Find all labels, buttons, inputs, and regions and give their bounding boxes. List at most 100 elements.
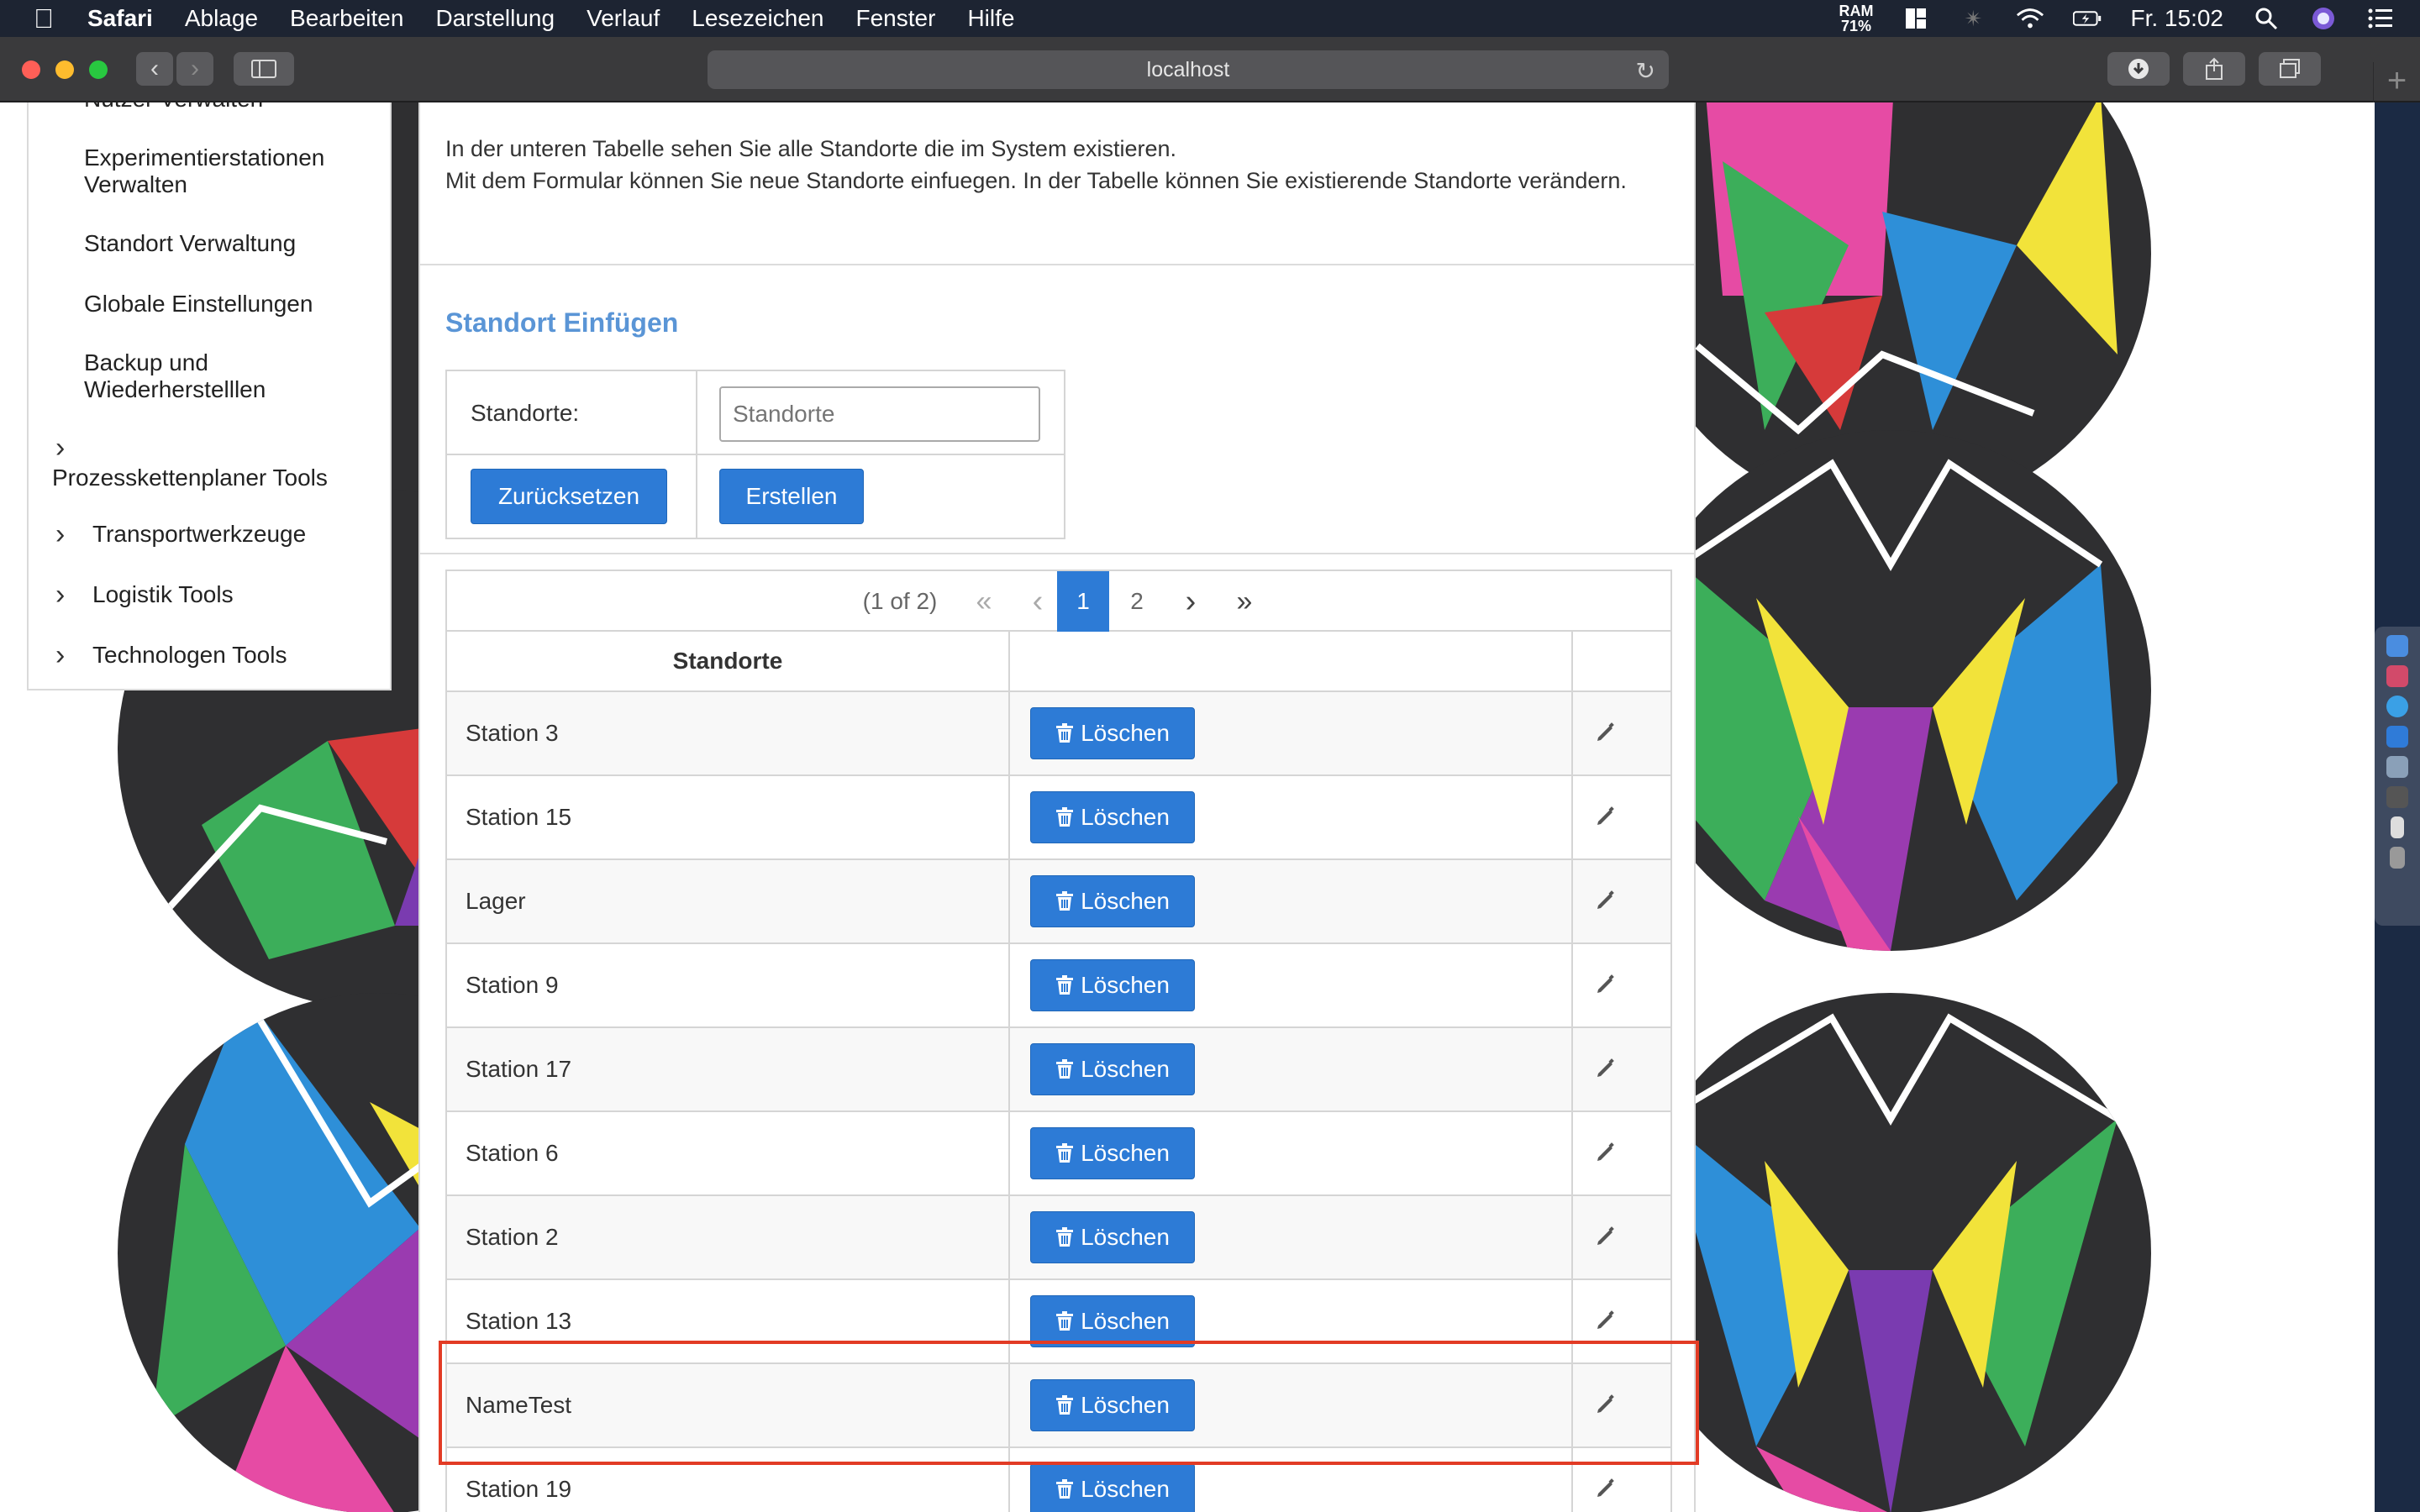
menu-fenster[interactable]: Fenster bbox=[856, 5, 936, 32]
delete-button[interactable]: Löschen bbox=[1030, 1127, 1195, 1179]
delete-button[interactable]: Löschen bbox=[1030, 1463, 1195, 1512]
sidebar-group-logistik-tools[interactable]: › Logistik Tools bbox=[52, 580, 234, 610]
chevron-right-icon: › bbox=[55, 639, 66, 671]
pencil-icon[interactable] bbox=[1595, 805, 1618, 830]
main-content: In der unteren Tabelle sehen Sie alle St… bbox=[418, 102, 1696, 1512]
page-1-button[interactable]: 1 bbox=[1057, 571, 1109, 632]
delete-button[interactable]: Löschen bbox=[1030, 875, 1195, 927]
fullscreen-window-button[interactable] bbox=[89, 60, 108, 79]
table-header: Standorte bbox=[447, 632, 1670, 692]
sidebar-item-experimentierstationen[interactable]: Experimentierstationen Verwalten bbox=[84, 144, 387, 198]
sidebar-item-backup[interactable]: Backup und Wiederherstelllen bbox=[84, 349, 336, 403]
sidebar-item-nutzer-verwalten[interactable]: Nutzer Verwalten bbox=[84, 102, 387, 113]
menu-verlauf[interactable]: Verlauf bbox=[587, 5, 660, 32]
menu-lesezeichen[interactable]: Lesezeichen bbox=[692, 5, 823, 32]
pencil-icon[interactable] bbox=[1595, 1225, 1618, 1250]
divider bbox=[420, 553, 1694, 554]
sidebar-group-technologen-tools[interactable]: › Technologen Tools bbox=[52, 640, 287, 670]
sidebar-toggle-button[interactable] bbox=[234, 52, 294, 86]
downloads-button[interactable] bbox=[2107, 52, 2170, 86]
pencil-icon[interactable] bbox=[1595, 1309, 1618, 1334]
chevron-right-icon: › bbox=[55, 579, 66, 611]
tabs-overview-button[interactable] bbox=[2259, 52, 2321, 86]
minimize-window-button[interactable] bbox=[55, 60, 74, 79]
battery-icon[interactable] bbox=[2073, 7, 2102, 30]
document-icon[interactable] bbox=[2391, 816, 2404, 838]
delete-button[interactable]: Löschen bbox=[1030, 1295, 1195, 1347]
sidebar-group-prozesskettenplaner[interactable]: › Prozesskettenplaner Tools bbox=[52, 432, 328, 491]
delete-button[interactable]: Löschen bbox=[1030, 707, 1195, 759]
column-header-standorte[interactable]: Standorte bbox=[447, 632, 1008, 690]
share-button[interactable] bbox=[2183, 52, 2245, 86]
app-icon[interactable] bbox=[2386, 756, 2408, 778]
sidebar-item-standort-verwaltung[interactable]: Standort Verwaltung bbox=[84, 230, 387, 257]
back-icon: ‹ bbox=[150, 55, 159, 82]
prev-page-button[interactable]: ‹ bbox=[1012, 571, 1064, 632]
terminal-icon[interactable] bbox=[2386, 786, 2408, 808]
chevron-right-icon: › bbox=[55, 518, 66, 550]
create-button[interactable]: Erstellen bbox=[719, 469, 864, 524]
pencil-icon[interactable] bbox=[1595, 973, 1618, 998]
pencil-icon[interactable] bbox=[1595, 1057, 1618, 1082]
menu-ablage[interactable]: Ablage bbox=[185, 5, 258, 32]
safari-icon[interactable] bbox=[2386, 696, 2408, 717]
menu-darstellung[interactable]: Darstellung bbox=[435, 5, 555, 32]
share-icon bbox=[2206, 57, 2223, 80]
finder-icon[interactable] bbox=[2386, 635, 2408, 657]
url-text: localhost bbox=[1146, 57, 1230, 81]
trash-icon bbox=[1056, 975, 1074, 995]
delete-button[interactable]: Löschen bbox=[1030, 1211, 1195, 1263]
back-button[interactable]: ‹ bbox=[136, 52, 173, 86]
first-page-button[interactable]: « bbox=[958, 571, 1010, 632]
spotlight-search-icon[interactable] bbox=[2252, 7, 2281, 30]
standort-name: Lager bbox=[466, 888, 526, 914]
delete-button-label: Löschen bbox=[1081, 1056, 1170, 1082]
trash-icon[interactable] bbox=[2390, 847, 2405, 869]
forward-button[interactable]: › bbox=[176, 52, 213, 86]
layout-icon[interactable] bbox=[1902, 7, 1930, 30]
delete-button[interactable]: Löschen bbox=[1030, 959, 1195, 1011]
web-page: Nutzer Verwalten Experimentierstationen … bbox=[0, 102, 2375, 1512]
siri-icon[interactable] bbox=[2309, 7, 2338, 30]
delete-button[interactable]: Löschen bbox=[1030, 1043, 1195, 1095]
menu-bearbeiten[interactable]: Bearbeiten bbox=[290, 5, 403, 32]
intro-line-2: Mit dem Formular können Sie neue Standor… bbox=[445, 168, 1627, 193]
menu-hilfe[interactable]: Hilfe bbox=[967, 5, 1014, 32]
new-tab-button[interactable]: + bbox=[2373, 62, 2420, 102]
divider bbox=[447, 454, 1064, 455]
close-window-button[interactable] bbox=[22, 60, 40, 79]
pencil-icon[interactable] bbox=[1595, 1141, 1618, 1166]
highlight-box bbox=[439, 1341, 1699, 1465]
sidebar-group-label: Technologen Tools bbox=[92, 642, 287, 668]
standorte-input[interactable] bbox=[719, 386, 1040, 442]
page-2-button[interactable]: 2 bbox=[1111, 571, 1163, 632]
delete-button[interactable]: Löschen bbox=[1030, 791, 1195, 843]
pencil-icon[interactable] bbox=[1595, 1477, 1618, 1502]
wifi-icon[interactable] bbox=[2016, 7, 2044, 30]
background-logo bbox=[1630, 430, 2151, 951]
bluetooth-icon[interactable]: ✴ bbox=[1959, 6, 1987, 31]
notification-center-icon[interactable] bbox=[2366, 7, 2395, 30]
sidebar-item-globale-einstellungen[interactable]: Globale Einstellungen bbox=[84, 291, 387, 318]
menu-app-name[interactable]: Safari bbox=[87, 5, 153, 32]
trash-icon bbox=[1056, 891, 1074, 911]
apple-icon[interactable]:  bbox=[34, 3, 54, 34]
reset-button[interactable]: Zurücksetzen bbox=[471, 469, 667, 524]
app-icon[interactable] bbox=[2386, 726, 2408, 748]
browser-toolbar: ‹ › localhost ↻ + bbox=[0, 37, 2420, 102]
pencil-icon[interactable] bbox=[1595, 889, 1618, 914]
address-bar[interactable]: localhost ↻ bbox=[708, 50, 1669, 89]
sidebar-group-transportwerkzeuge[interactable]: › Transportwerkzeuge bbox=[52, 519, 306, 549]
standorte-label: Standorte: bbox=[471, 400, 580, 426]
reload-icon[interactable]: ↻ bbox=[1636, 57, 1655, 85]
delete-button-label: Löschen bbox=[1081, 888, 1170, 914]
next-page-button[interactable]: › bbox=[1165, 571, 1217, 632]
clock[interactable]: Fr. 15:02 bbox=[2130, 5, 2223, 32]
app-icon[interactable] bbox=[2386, 665, 2408, 687]
trash-icon bbox=[1056, 807, 1074, 827]
section-title: Standort Einfügen bbox=[445, 307, 679, 338]
pencil-icon[interactable] bbox=[1595, 721, 1618, 746]
ram-indicator[interactable]: RAM 71% bbox=[1839, 3, 1873, 34]
delete-button-label: Löschen bbox=[1081, 804, 1170, 830]
last-page-button[interactable]: » bbox=[1218, 571, 1270, 632]
